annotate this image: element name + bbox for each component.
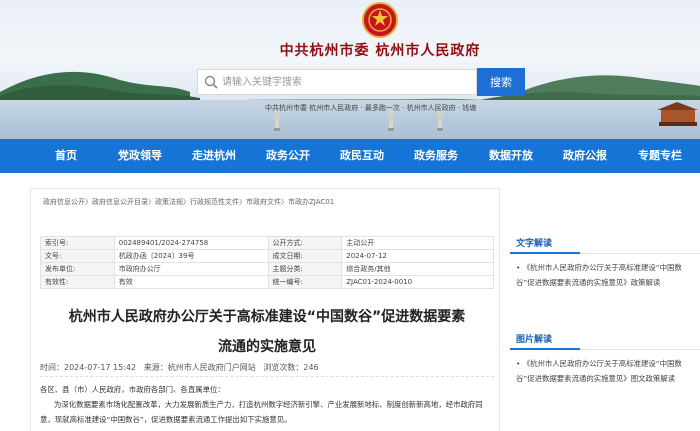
meta-key: 有效性: [40,275,115,289]
nav-interaction[interactable]: 政民互动 [330,139,394,173]
meta-value: 有效 [113,275,269,289]
breadcrumb-separator: 〉 [183,198,190,206]
meta-value: 2024-07-12 [341,249,494,263]
link-text[interactable]: 《杭州市人民政府办公厅关于高标准建设“中国数谷”促进数据要素流通的实施意见》政策… [516,263,682,287]
nav-about-hangzhou[interactable]: 走进杭州 [182,139,246,173]
views-label: 浏览次数： [263,363,304,372]
source-label: 来源： [143,363,168,372]
sidebar-link-image-interpretation[interactable]: • 《杭州市人民政府办公厅关于高标准建设“中国数谷”促进数据要素流通的实施意见》… [516,356,694,386]
salutation: 各区、县（市）人民政府，市政府各部门、各直属单位： [40,385,225,394]
meta-value: 主动公开 [341,236,494,250]
article-body: 各区、县（市）人民政府，市政府各部门、各直属单位： 为深化数据要素市场化配置改革… [40,382,496,427]
article-title: 杭州市人民政府办公厅关于高标准建设“中国数谷”促进数据要素 流通的实施意见 [40,302,494,362]
nav-open-data[interactable]: 数据开放 [479,139,543,173]
meta-value: 002489401/2024-274758 [113,236,269,250]
section-title: 图片解读 [516,335,553,345]
meta-value: ZJAC01-2024-0010 [341,275,494,289]
meta-row: 索引号: 002489401/2024-274758 公开方式: 主动公开 [40,236,494,250]
section-title: 文字解读 [516,239,553,249]
section-header: 文字解读 [510,232,700,254]
meta-key: 文号: [40,249,115,263]
meta-key: 发布单位: [40,262,115,276]
nav-gazette[interactable]: 政府公报 [553,139,617,173]
meta-key: 索引号: [40,236,115,250]
publish-time: 2024-07-17 15:42 [64,363,137,372]
lakeside-pavilion [657,102,698,126]
section-header: 图片解读 [510,328,700,350]
header-banner: 中共杭州市委 杭州市人民政府 搜索 中共杭州市委 杭州市人民政府 · 最多跑一次… [0,0,700,139]
meta-row: 文号: 杭政办函〔2024〕39号 成文日期: 2024-07-12 [40,249,494,263]
divider [40,376,494,377]
search-input[interactable] [222,72,472,92]
search-box [197,69,477,95]
meta-key: 成文日期: [267,249,343,263]
main-nav: 首页 党政领导 走进杭州 政务公开 政民互动 政务服务 数据开放 政府公报 专题… [0,139,700,173]
breadcrumb-item[interactable]: 市政府文件 [246,198,281,206]
image-interpretation-section: 图片解读 • 《杭州市人民政府办公厅关于高标准建设“中国数谷”促进数据要素流通的… [510,328,700,428]
breadcrumb-item[interactable]: 行政规范性文件 [190,198,239,206]
nav-services[interactable]: 政务服务 [404,139,468,173]
breadcrumb: 政府信息公开〉政府信息公开目录〉政策法规〉行政规范性文件〉市政府文件〉市政办ZJ… [43,197,334,207]
text-interpretation-section: 文字解读 • 《杭州市人民政府办公厅关于高标准建设“中国数谷”促进数据要素流通的… [510,232,700,322]
sidebar-link-text-interpretation[interactable]: • 《杭州市人民政府办公厅关于高标准建设“中国数谷”促进数据要素流通的实施意见》… [516,260,694,290]
nav-home[interactable]: 首页 [44,139,88,173]
breadcrumb-separator: 〉 [281,198,288,206]
link-text[interactable]: 《杭州市人民政府办公厅关于高标准建设“中国数谷”促进数据要素流通的实施意见》图文… [516,359,682,383]
breadcrumb-item[interactable]: 政府信息公开 [43,198,85,206]
breadcrumb-item[interactable]: 市政办ZJAC01 [288,198,334,206]
nav-party-leaders[interactable]: 党政领导 [108,139,172,173]
document-meta-table: 索引号: 002489401/2024-274758 公开方式: 主动公开 文号… [40,236,494,289]
breadcrumb-separator: 〉 [239,198,246,206]
meta-row: 发布单位: 市政府办公厅 主题分类: 综合政务/其他 [40,262,494,276]
header-marquee-text: 中共杭州市委 杭州市人民政府 · 最多跑一次 · 杭州市人民政府 · 钱塘 [265,104,477,112]
breadcrumb-item[interactable]: 政策法规 [155,198,183,206]
article-source: 杭州市人民政府门户网站 [167,363,256,372]
meta-row: 有效性: 有效 统一编号: ZJAC01-2024-0010 [40,275,494,289]
nav-government-affairs[interactable]: 政务公开 [256,139,320,173]
breadcrumb-separator: 〉 [148,198,155,206]
meta-key: 公开方式: [267,236,343,250]
meta-value: 综合政务/其他 [341,262,494,276]
search-icon [204,75,218,89]
nav-special-topics[interactable]: 专题专栏 [628,139,692,173]
meta-value: 杭政办函〔2024〕39号 [113,249,269,263]
meta-key: 统一编号: [267,275,343,289]
national-emblem-icon [362,2,398,38]
search-button[interactable]: 搜索 [477,68,525,96]
site-title: 中共杭州市委 杭州市人民政府 [279,43,481,59]
view-count: 246 [303,363,319,372]
meta-key: 主题分类: [267,262,343,276]
article-info: 时间：2024-07-17 15:42 来源：杭州市人民政府门户网站 浏览次数：… [40,362,319,373]
body-paragraph: 为深化数据要素市场化配置改革，大力发展新质生产力，打造杭州数字经济新引擎、产业发… [40,400,483,424]
breadcrumb-item[interactable]: 政府信息公开目录 [92,198,148,206]
article-title-line: 杭州市人民政府办公厅关于高标准建设“中国数谷”促进数据要素 [68,309,466,325]
meta-value: 市政府办公厅 [113,262,269,276]
article-title-line: 流通的实施意见 [218,339,316,355]
time-label: 时间： [40,363,64,372]
breadcrumb-separator: 〉 [85,198,92,206]
